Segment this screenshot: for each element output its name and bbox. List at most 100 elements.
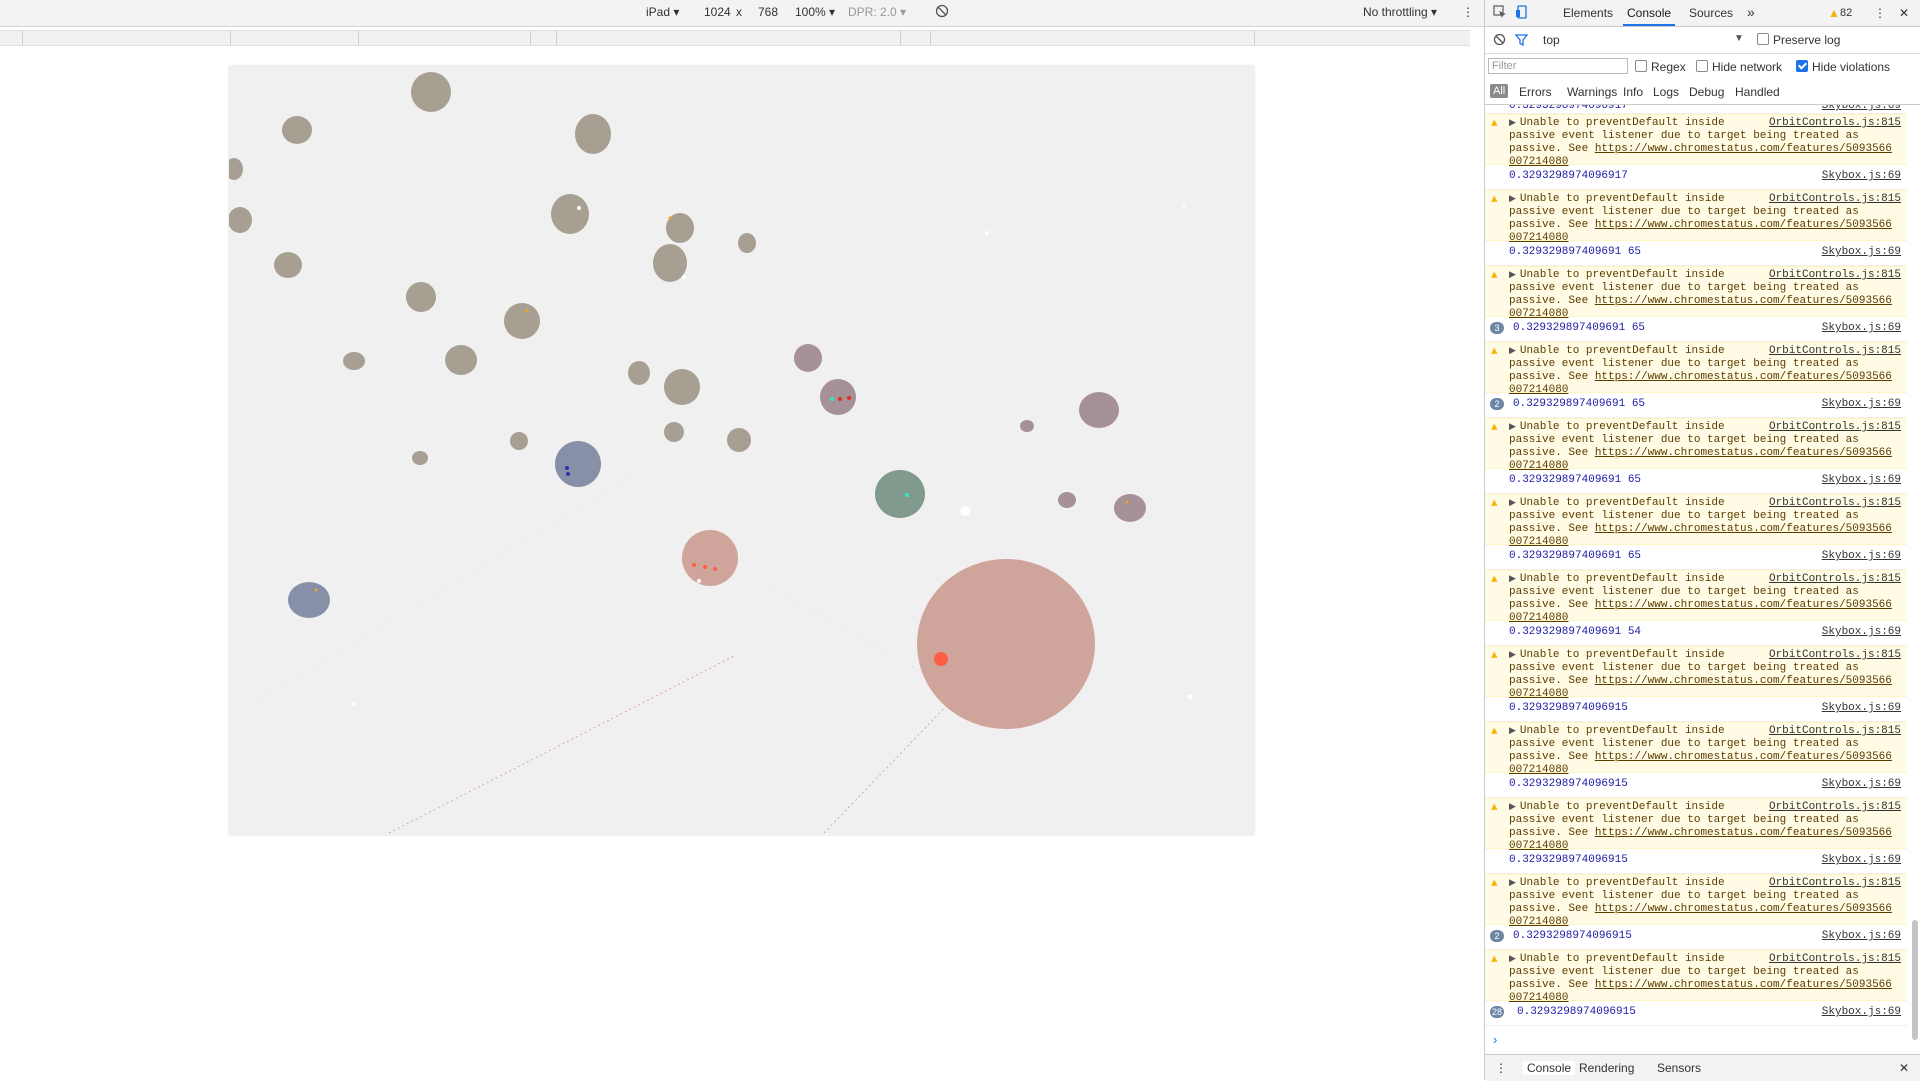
chromestatus-link[interactable]: https://www.chromestatus.com/features/50…: [1595, 827, 1892, 839]
chromestatus-link[interactable]: https://www.chromestatus.com/features/50…: [1595, 371, 1892, 383]
expand-triangle-icon[interactable]: ▶: [1509, 118, 1516, 128]
warning-source-link[interactable]: OrbitControls.js:815: [1769, 725, 1901, 738]
hide-violations-checkbox[interactable]: Hide violations: [1796, 60, 1890, 74]
device-viewport[interactable]: [229, 66, 1254, 835]
media-query-ruler[interactable]: [0, 30, 1470, 46]
expand-triangle-icon[interactable]: ▶: [1509, 498, 1516, 508]
regex-checkbox[interactable]: Regex: [1635, 60, 1686, 74]
expand-triangle-icon[interactable]: ▶: [1509, 574, 1516, 584]
more-options-icon[interactable]: ⋮: [1462, 5, 1474, 19]
context-select[interactable]: top: [1543, 33, 1560, 47]
drawer-menu-icon[interactable]: ⋮: [1495, 1061, 1507, 1075]
level-handled[interactable]: Handled: [1735, 85, 1780, 99]
drawer-tab-sensors[interactable]: Sensors: [1657, 1061, 1701, 1075]
log-source-link[interactable]: Skybox.js:69: [1822, 702, 1901, 715]
more-tabs-icon[interactable]: »: [1747, 4, 1755, 20]
height-input[interactable]: 768: [758, 5, 778, 19]
warning-message[interactable]: ▲ ▶ Unable to preventDefault inside OrbitCo…: [1485, 114, 1907, 168]
warning-source-link[interactable]: OrbitControls.js:815: [1769, 497, 1901, 510]
webgl-scene-canvas[interactable]: [229, 66, 1254, 835]
width-input[interactable]: 1024: [704, 5, 731, 19]
warning-icon[interactable]: ▲: [1828, 6, 1840, 20]
chromestatus-link[interactable]: https://www.chromestatus.com/features/50…: [1595, 523, 1892, 535]
expand-triangle-icon[interactable]: ▶: [1509, 878, 1516, 888]
warning-source-link[interactable]: OrbitControls.js:815: [1769, 649, 1901, 662]
chromestatus-link[interactable]: https://www.chromestatus.com/features/50…: [1595, 143, 1892, 155]
chromestatus-link[interactable]: https://www.chromestatus.com/features/50…: [1595, 219, 1892, 231]
warning-count[interactable]: 82: [1840, 7, 1852, 19]
log-source-link[interactable]: Skybox.js:69: [1822, 322, 1901, 335]
ruler-segment[interactable]: [230, 31, 359, 45]
ruler-segment[interactable]: [900, 31, 931, 45]
checkbox-box[interactable]: [1757, 33, 1769, 45]
checkbox-box[interactable]: [1635, 60, 1647, 72]
log-source-link[interactable]: Skybox.js:69: [1822, 930, 1901, 943]
close-devtools-icon[interactable]: ✕: [1899, 6, 1909, 20]
warning-source-link[interactable]: OrbitControls.js:815: [1769, 421, 1901, 434]
log-message[interactable]: 0.3293298974096915 Skybox.js:69: [1485, 773, 1907, 798]
filter-icon[interactable]: [1514, 33, 1529, 49]
warning-message[interactable]: ▲ ▶ Unable to preventDefault inside OrbitCo…: [1485, 646, 1907, 700]
expand-triangle-icon[interactable]: ▶: [1509, 194, 1516, 204]
drawer-tab-console[interactable]: Console: [1523, 1061, 1576, 1075]
ruler-segment[interactable]: [358, 31, 531, 45]
warning-source-link[interactable]: OrbitControls.js:815: [1769, 345, 1901, 358]
expand-triangle-icon[interactable]: ▶: [1509, 422, 1516, 432]
warning-message[interactable]: ▲ ▶ Unable to preventDefault inside OrbitCo…: [1485, 494, 1907, 548]
chromestatus-link[interactable]: https://www.chromestatus.com/features/50…: [1595, 675, 1892, 687]
warning-message[interactable]: ▲ ▶ Unable to preventDefault inside OrbitCo…: [1485, 570, 1907, 624]
warning-source-link[interactable]: OrbitControls.js:815: [1769, 953, 1901, 966]
warning-source-link[interactable]: OrbitControls.js:815: [1769, 193, 1901, 206]
console-scrollbar[interactable]: [1912, 920, 1918, 1040]
inspect-element-icon[interactable]: [1493, 5, 1507, 22]
warning-source-link[interactable]: OrbitControls.js:815: [1769, 117, 1901, 130]
warning-message[interactable]: ▲ ▶ Unable to preventDefault inside OrbitCo…: [1485, 418, 1907, 472]
ruler-segment[interactable]: [530, 31, 557, 45]
warning-message[interactable]: ▲ ▶ Unable to preventDefault inside OrbitCo…: [1485, 266, 1907, 320]
chromestatus-link[interactable]: https://www.chromestatus.com/features/50…: [1595, 295, 1892, 307]
log-message[interactable]: 0.3293298974096915 Skybox.js:69: [1485, 849, 1907, 874]
level-debug[interactable]: Debug: [1689, 85, 1724, 99]
throttle-select[interactable]: No throttling ▾: [1363, 5, 1437, 19]
log-message[interactable]: 28 0.3293298974096915 Skybox.js:69: [1485, 1001, 1907, 1026]
chromestatus-link[interactable]: https://www.chromestatus.com/features/50…: [1595, 751, 1892, 763]
warning-source-link[interactable]: OrbitControls.js:815: [1769, 877, 1901, 890]
chromestatus-link[interactable]: https://www.chromestatus.com/features/50…: [1595, 979, 1892, 991]
warning-message[interactable]: ▲ ▶ Unable to preventDefault inside OrbitCo…: [1485, 950, 1907, 1004]
dpr-select[interactable]: DPR: 2.0 ▾: [848, 5, 906, 19]
filter-input[interactable]: [1488, 58, 1628, 74]
zoom-select[interactable]: 100% ▾: [795, 5, 835, 19]
log-message[interactable]: 0.329329897409691 65 Skybox.js:69: [1485, 241, 1907, 266]
tab-elements[interactable]: Elements: [1563, 6, 1613, 20]
log-source-link[interactable]: Skybox.js:69: [1822, 105, 1901, 113]
context-dropdown-icon[interactable]: ▼: [1734, 33, 1744, 44]
warning-message[interactable]: ▲ ▶ Unable to preventDefault inside OrbitCo…: [1485, 798, 1907, 852]
hide-network-checkbox[interactable]: Hide network: [1696, 60, 1782, 74]
log-source-link[interactable]: Skybox.js:69: [1822, 474, 1901, 487]
level-all[interactable]: All: [1490, 84, 1509, 98]
device-toggle-icon[interactable]: [1515, 5, 1529, 22]
level-info[interactable]: Info: [1623, 85, 1643, 99]
chromestatus-link[interactable]: https://www.chromestatus.com/features/50…: [1595, 599, 1892, 611]
log-message[interactable]: 0.329329897409691 65 Skybox.js:69: [1485, 469, 1907, 494]
expand-triangle-icon[interactable]: ▶: [1509, 726, 1516, 736]
tab-sources[interactable]: Sources: [1689, 6, 1733, 20]
expand-triangle-icon[interactable]: ▶: [1509, 954, 1516, 964]
level-logs[interactable]: Logs: [1653, 85, 1679, 99]
warning-message[interactable]: ▲ ▶ Unable to preventDefault inside OrbitCo…: [1485, 190, 1907, 244]
log-source-link[interactable]: Skybox.js:69: [1822, 170, 1901, 183]
log-source-link[interactable]: Skybox.js:69: [1822, 246, 1901, 259]
warning-message[interactable]: ▲ ▶ Unable to preventDefault inside OrbitCo…: [1485, 342, 1907, 396]
chromestatus-link[interactable]: https://www.chromestatus.com/features/50…: [1595, 903, 1892, 915]
console-messages[interactable]: 0.3293298974096917 Skybox.js:69 ▲ ▶ Unable…: [1485, 105, 1907, 1043]
ruler-segment[interactable]: [22, 31, 231, 45]
expand-triangle-icon[interactable]: ▶: [1509, 650, 1516, 660]
checkbox-box[interactable]: [1696, 60, 1708, 72]
log-message[interactable]: 0.3293298974096915 Skybox.js:69: [1485, 697, 1907, 722]
clear-console-icon[interactable]: [1493, 33, 1506, 49]
log-source-link[interactable]: Skybox.js:69: [1822, 398, 1901, 411]
log-message[interactable]: 3 0.329329897409691 65 Skybox.js:69: [1485, 317, 1907, 342]
chromestatus-link[interactable]: https://www.chromestatus.com/features/50…: [1595, 447, 1892, 459]
expand-triangle-icon[interactable]: ▶: [1509, 346, 1516, 356]
log-message[interactable]: 2 0.329329897409691 65 Skybox.js:69: [1485, 393, 1907, 418]
